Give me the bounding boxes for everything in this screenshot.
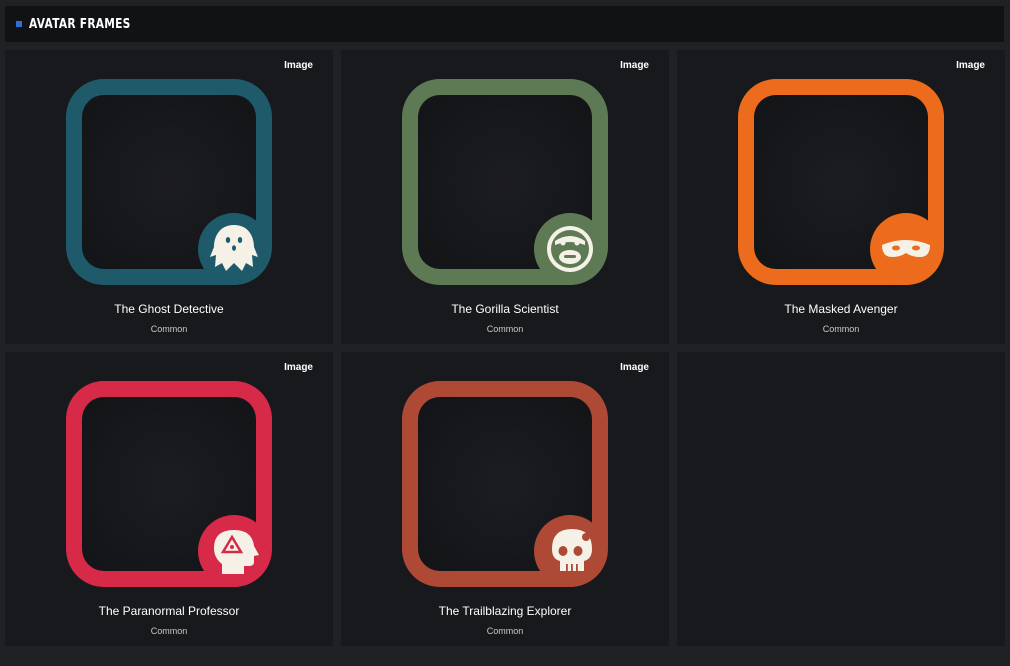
frame-rarity: Common — [150, 626, 188, 636]
avatar-frame-card[interactable]: Image The Paranormal Professor Common — [5, 352, 333, 646]
avatar-frame-preview — [400, 77, 612, 289]
avatar-frame-preview — [64, 77, 276, 289]
frame-rarity: Common — [822, 324, 860, 334]
frame-name: The Trailblazing Explorer — [438, 604, 572, 618]
frame-rarity: Common — [486, 626, 524, 636]
avatar-frame-card[interactable]: Image The Ghost Detective Common — [5, 50, 333, 344]
image-badge: Image — [620, 60, 649, 71]
section-header: AVATAR FRAMES — [5, 6, 1004, 42]
frame-rarity: Common — [150, 324, 188, 334]
header-bullet-icon — [16, 21, 22, 27]
avatar-frame-card[interactable]: Image The Trailblazing Explorer Common — [341, 352, 669, 646]
frame-name: The Ghost Detective — [114, 302, 224, 316]
avatar-frame-card[interactable]: Image The Masked Avenger Common — [677, 50, 1005, 344]
avatar-frame-preview — [64, 379, 276, 591]
image-badge: Image — [620, 362, 649, 373]
image-badge: Image — [284, 60, 313, 71]
frame-name: The Gorilla Scientist — [451, 302, 559, 316]
frame-name: The Masked Avenger — [784, 302, 898, 316]
avatar-frame-card[interactable]: Image The Gorilla Scientist Common — [341, 50, 669, 344]
avatar-frame-preview — [400, 379, 612, 591]
image-badge: Image — [284, 362, 313, 373]
image-badge: Image — [956, 60, 985, 71]
gorilla-icon — [547, 226, 593, 272]
avatar-frame-preview — [736, 77, 948, 289]
frame-name: The Paranormal Professor — [98, 604, 240, 618]
section-title: AVATAR FRAMES — [29, 16, 131, 32]
frame-rarity: Common — [486, 324, 524, 334]
empty-card-slot — [677, 352, 1005, 646]
